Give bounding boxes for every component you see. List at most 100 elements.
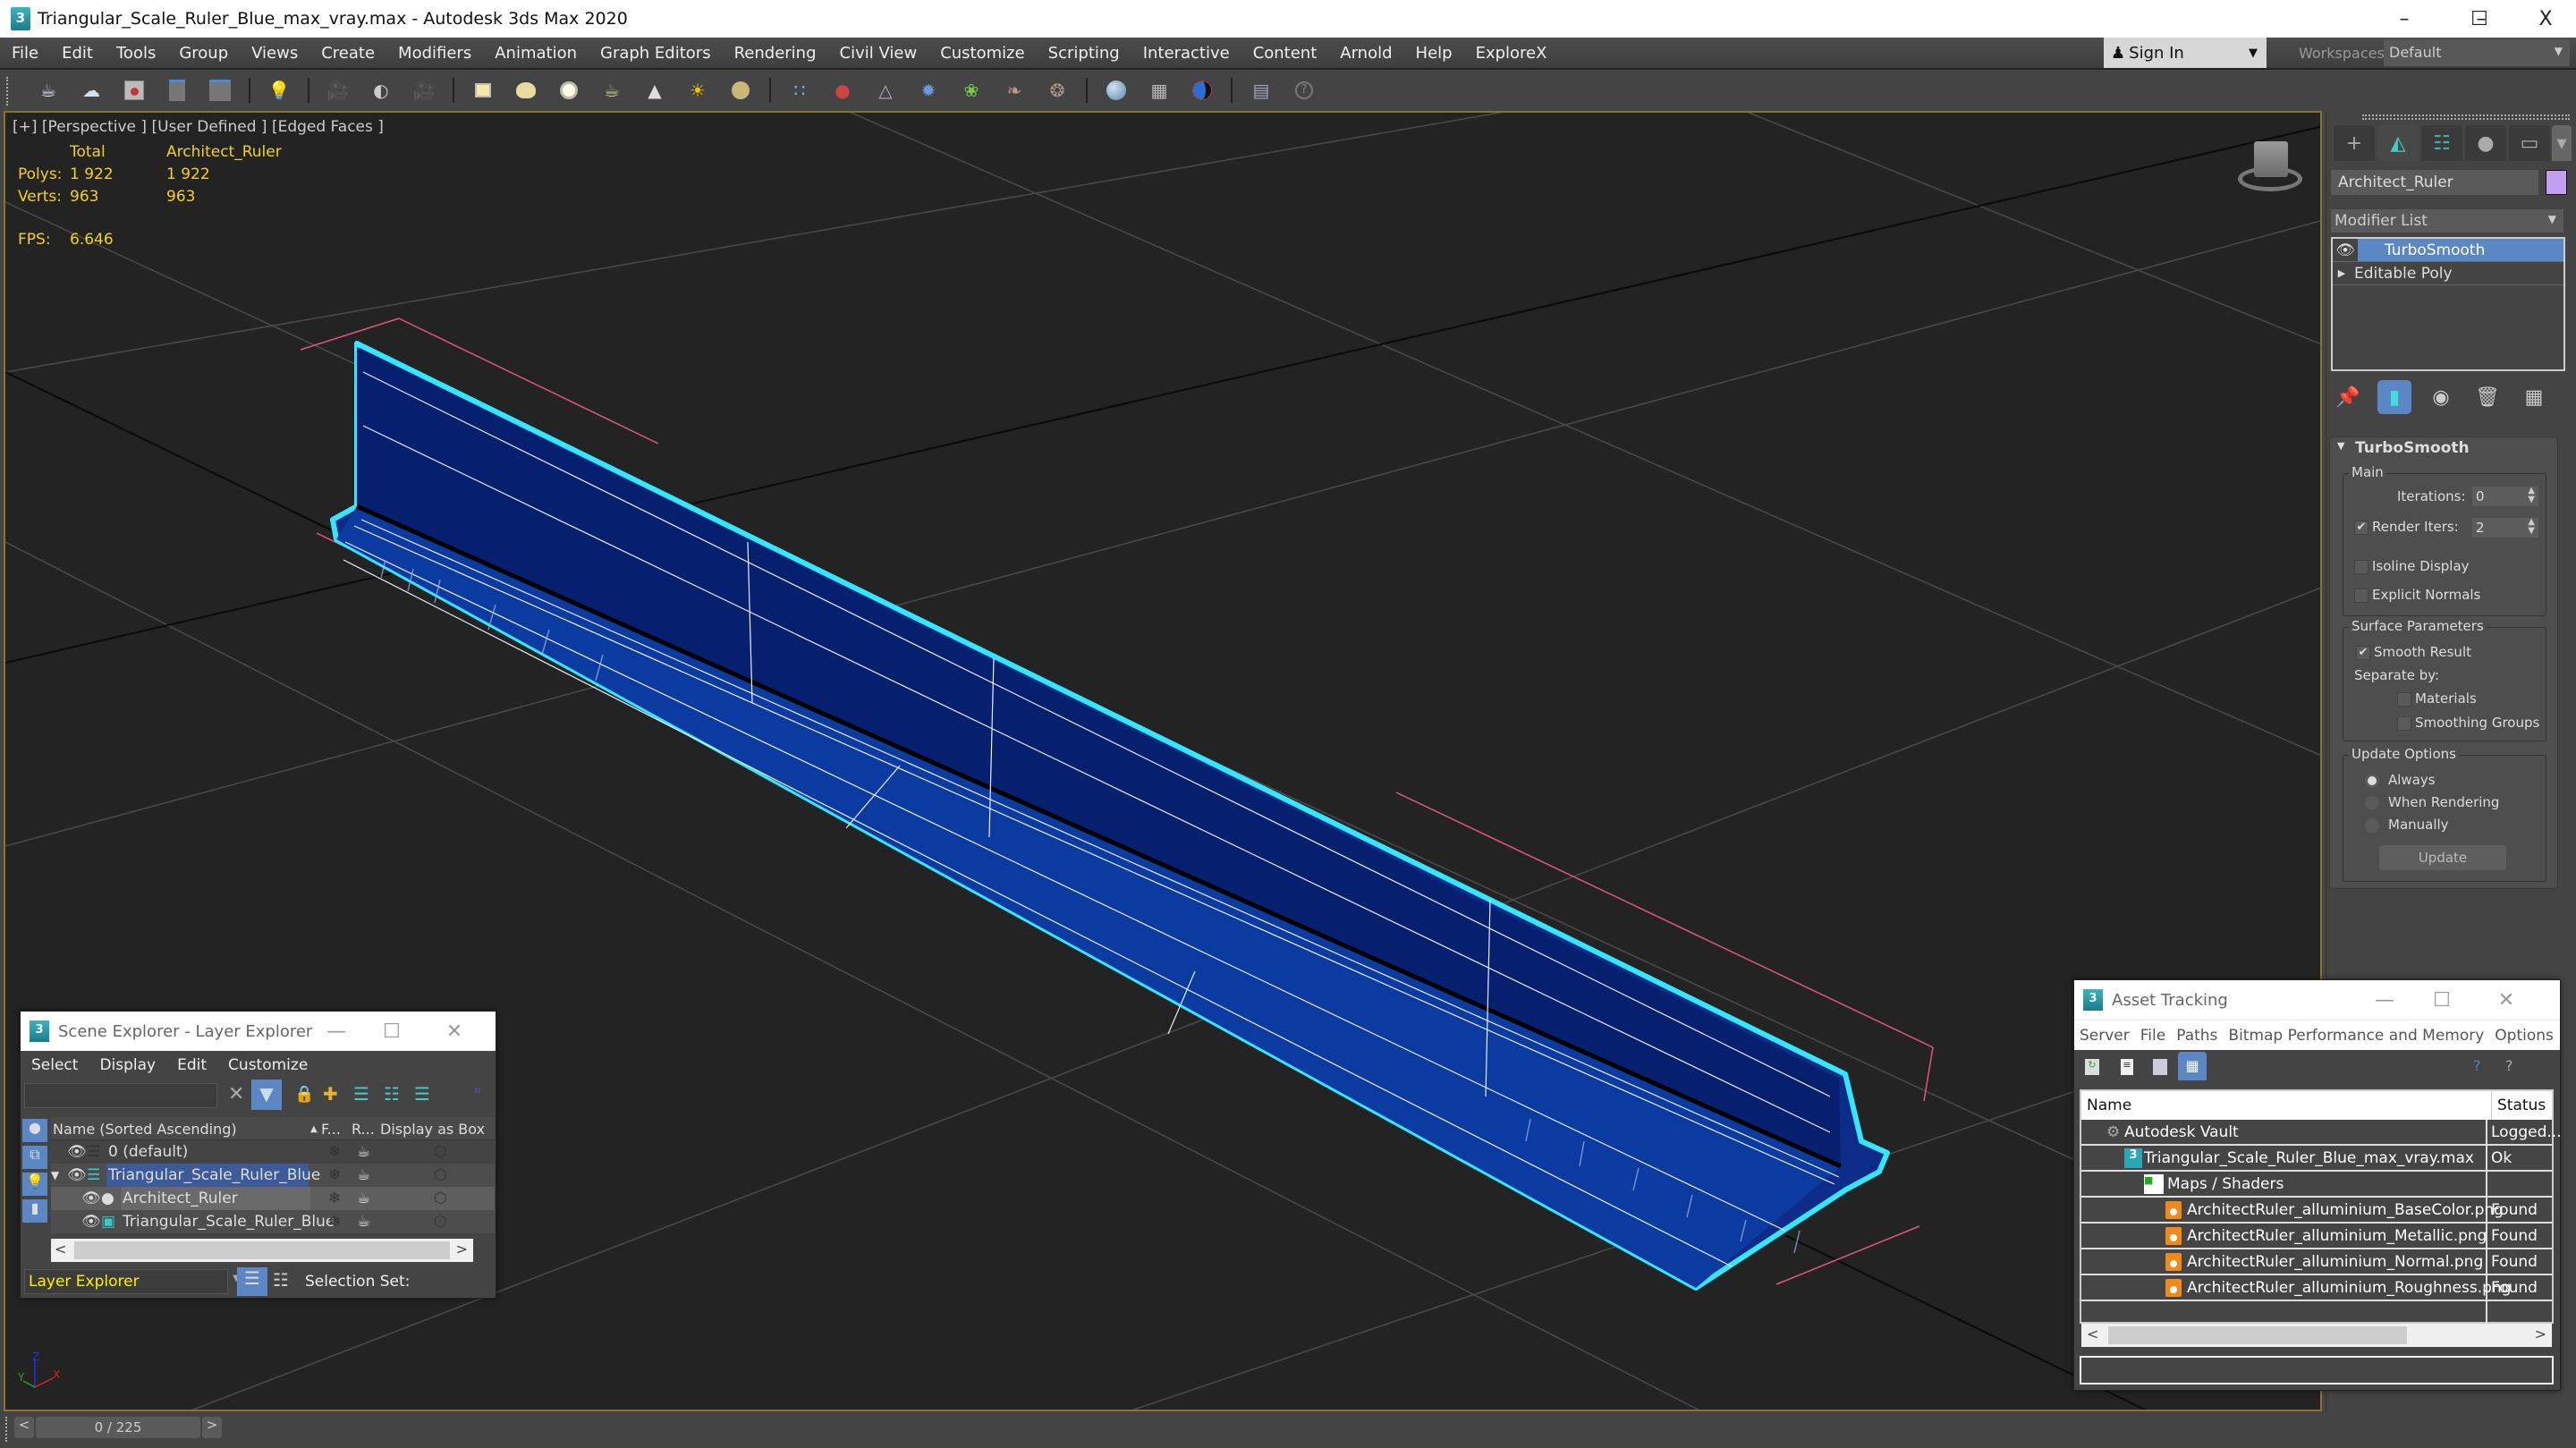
update-always-radio[interactable] xyxy=(2365,774,2379,788)
pin-stack-icon[interactable]: 📌 xyxy=(2331,380,2365,414)
viewcube-cube-icon[interactable] xyxy=(2254,141,2288,177)
teapot-render-icon[interactable]: ☕ xyxy=(357,1164,370,1187)
material-sphere-icon[interactable] xyxy=(1103,77,1130,104)
menu-create[interactable]: Create xyxy=(309,44,386,63)
column-name[interactable]: Name (Sorted Ascending) xyxy=(53,1117,237,1140)
menu-graph-editors[interactable]: Graph Editors xyxy=(589,44,723,63)
geometry-filter-icon[interactable]: ● xyxy=(22,1119,47,1142)
scroll-right-icon[interactable]: > xyxy=(456,1241,468,1257)
remove-modifier-icon[interactable]: 🗑 xyxy=(2470,380,2504,414)
explorer-mode-dropdown[interactable]: Layer Explorer ▼ xyxy=(24,1269,240,1294)
at-menu-file[interactable]: File xyxy=(2135,1027,2171,1045)
lock-icon[interactable]: 🔒 xyxy=(294,1085,314,1104)
se-menu-customize[interactable]: Customize xyxy=(217,1056,318,1074)
help-whats-this-icon[interactable]: ? xyxy=(2505,1057,2513,1074)
refresh-icon[interactable]: ↻ xyxy=(2085,1059,2099,1075)
close-button[interactable]: ✕ xyxy=(2475,980,2538,1020)
scroll-left-icon[interactable]: < xyxy=(55,1241,66,1257)
particles-icon[interactable]: ∷ xyxy=(786,77,813,104)
menu-customize[interactable]: Customize xyxy=(928,44,1036,63)
add-layer-icon[interactable]: ✚ xyxy=(323,1083,338,1105)
tree-row[interactable]: 👁 ☰ 0 (default) ❄ ☕ ⬡ xyxy=(51,1140,495,1164)
minimize-button[interactable]: — xyxy=(305,1012,368,1051)
camera-sequence-icon[interactable]: ◐ xyxy=(368,77,394,104)
column-name[interactable]: Name xyxy=(2087,1097,2131,1114)
shapes-filter-icon[interactable]: ⧉ xyxy=(22,1146,47,1169)
stack-item-editable-poly[interactable]: ▶ Editable Poly xyxy=(2333,262,2563,285)
menu-rendering[interactable]: Rendering xyxy=(723,44,828,63)
minimize-button[interactable]: — xyxy=(2353,980,2416,1020)
close-button[interactable]: X xyxy=(2515,0,2576,38)
list-view-icon[interactable]: ≡ xyxy=(2121,1059,2133,1075)
more-tabs-chevron-icon[interactable]: ▾ xyxy=(2552,125,2572,161)
asset-row[interactable]: 3 Triangular_Scale_Ruler_Blue_max_vray.m… xyxy=(2081,1146,2552,1172)
stack-item-turbosmooth[interactable]: 👁 TurboSmooth xyxy=(2333,239,2563,262)
column-freeze[interactable]: F... xyxy=(321,1117,341,1140)
tree-row[interactable]: 👁 ▣ Triangular_Scale_Ruler_Blue ❄ ☕ ⬡ xyxy=(51,1210,495,1233)
expand-arrow-icon[interactable]: ▼ xyxy=(51,1164,59,1187)
sphere-light-icon[interactable] xyxy=(513,77,539,104)
scene-converter-icon[interactable]: ▤ xyxy=(1248,77,1275,104)
asset-row[interactable]: ArchitectRuler_alluminium_Metallic.png F… xyxy=(2081,1224,2552,1249)
workspace-select[interactable]: Default ▼ xyxy=(2384,39,2570,66)
tower-icon[interactable]: △ xyxy=(872,77,899,104)
table-view-icon[interactable]: ▦ xyxy=(2178,1052,2207,1080)
menu-modifiers[interactable]: Modifiers xyxy=(386,44,483,63)
render-iters-checkbox[interactable]: ✔ xyxy=(2354,521,2368,535)
show-end-result-icon[interactable]: ▮ xyxy=(2377,380,2411,414)
make-unique-icon[interactable]: ◉ xyxy=(2424,380,2458,414)
column-display-as-box[interactable]: Display as Box xyxy=(380,1117,485,1140)
eye-icon[interactable]: 👁 xyxy=(67,1164,87,1187)
collapse-arrow-icon[interactable]: ▼ xyxy=(2337,440,2344,452)
film-camera-icon[interactable]: 🎥 xyxy=(411,77,437,104)
scene-explorer-titlebar[interactable]: 3 Scene Explorer - Layer Explorer — ☐ ✕ xyxy=(21,1012,496,1051)
cameras-filter-icon[interactable]: ▮ xyxy=(22,1199,47,1223)
more-chevron-icon[interactable]: » xyxy=(473,1081,482,1098)
panel-grip[interactable] xyxy=(2362,114,2570,120)
render-iters-spinner[interactable]: 2 ▲ ▼ xyxy=(2472,518,2538,538)
asset-row[interactable]: ArchitectRuler_alluminium_Roughness.png … xyxy=(2081,1275,2552,1301)
eye-icon[interactable]: 👁 xyxy=(2333,239,2358,261)
at-menu-options[interactable]: Options xyxy=(2489,1027,2559,1045)
eye-icon[interactable]: 👁 xyxy=(67,1140,87,1164)
box-icon[interactable]: ⬡ xyxy=(434,1140,447,1164)
menu-file[interactable]: File xyxy=(0,44,50,63)
asset-row[interactable]: ArchitectRuler_alluminium_BaseColor.png … xyxy=(2081,1198,2552,1224)
hierarchy-mode-icon[interactable]: ☷ xyxy=(273,1269,289,1291)
close-button[interactable]: ✕ xyxy=(423,1012,486,1051)
box-icon[interactable]: ⬡ xyxy=(434,1187,447,1210)
asset-row[interactable]: ■ Maps / Shaders xyxy=(2081,1172,2552,1198)
tree-row[interactable]: ▼ 👁 ☰ Triangular_Scale_Ruler_Blue ❄ ☕ ⬡ xyxy=(51,1164,495,1187)
column-status[interactable]: Status xyxy=(2491,1091,2546,1120)
menu-content[interactable]: Content xyxy=(1241,44,1329,63)
menu-scripting[interactable]: Scripting xyxy=(1037,44,1131,63)
update-manually-radio[interactable] xyxy=(2365,818,2379,833)
plane-light-icon[interactable] xyxy=(470,77,496,104)
box-icon[interactable]: ⬡ xyxy=(434,1210,447,1233)
menu-tools[interactable]: Tools xyxy=(105,44,167,63)
menu-interactive[interactable]: Interactive xyxy=(1131,44,1241,63)
filter-icon[interactable]: ▼ xyxy=(251,1080,282,1110)
scrollbar-thumb[interactable] xyxy=(74,1241,450,1259)
virus-icon[interactable]: ✹ xyxy=(915,77,942,104)
maximize-button[interactable]: ☐ xyxy=(2411,980,2473,1020)
spinner-arrows-icon[interactable]: ▲ ▼ xyxy=(2528,518,2535,536)
material-browser-icon[interactable]: ▦ xyxy=(1146,77,1173,104)
panel-grid-icon[interactable] xyxy=(207,77,233,104)
smooth-result-checkbox[interactable]: ✔ xyxy=(2356,646,2370,660)
smoothing-groups-checkbox[interactable] xyxy=(2397,716,2411,731)
hair-hf-icon[interactable]: ❧ xyxy=(1001,77,1028,104)
tree-horizontal-scrollbar[interactable]: < > xyxy=(51,1239,473,1262)
materials-checkbox[interactable] xyxy=(2397,692,2411,707)
cloud-icon[interactable]: ☁ xyxy=(78,77,105,104)
viewport-label[interactable]: [+] [Perspective ] [User Defined ] [Edge… xyxy=(13,118,384,136)
prev-frame-button[interactable]: < xyxy=(14,1417,34,1438)
layers-icon[interactable]: ☰ xyxy=(414,1083,430,1105)
at-menu-bitmap-performance[interactable]: Bitmap Performance and Memory xyxy=(2223,1027,2489,1045)
column-render[interactable]: R... xyxy=(352,1117,375,1140)
render-region-icon[interactable] xyxy=(1189,77,1216,104)
freeze-icon[interactable]: ❄ xyxy=(328,1187,341,1210)
modify-tab-icon[interactable]: ◭ xyxy=(2377,125,2419,161)
hierarchy-icon[interactable]: ☷ xyxy=(384,1083,400,1105)
eye-icon[interactable]: 👁 xyxy=(81,1187,101,1210)
